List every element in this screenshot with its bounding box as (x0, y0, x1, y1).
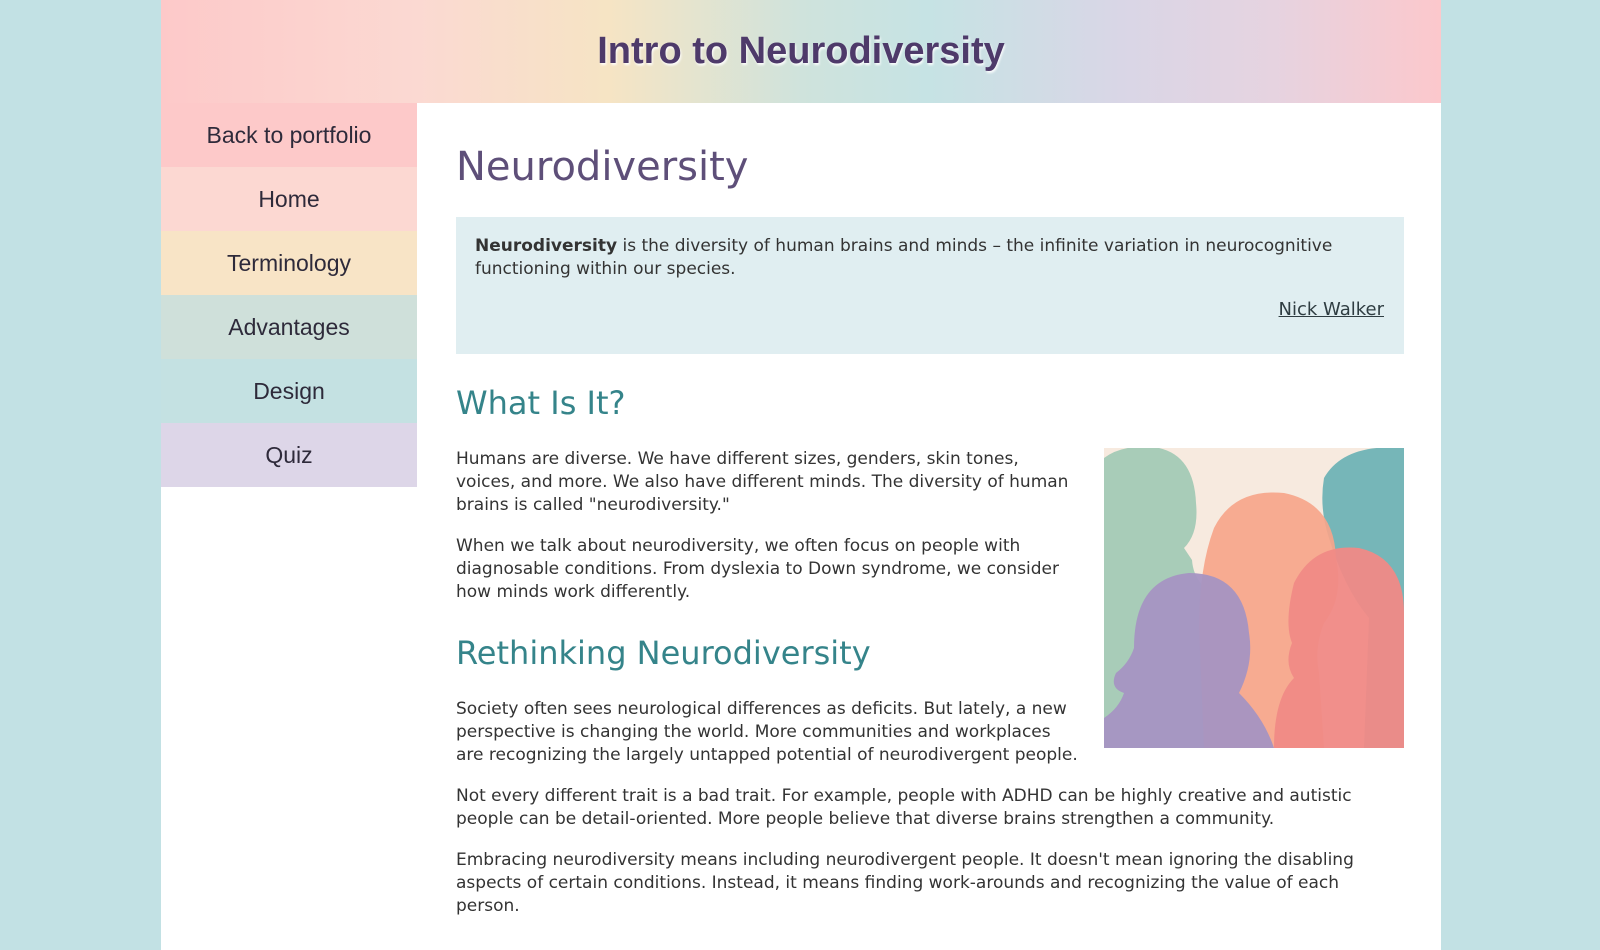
main-content: Neurodiversity Neurodiversity is the div… (456, 103, 1404, 936)
nav-item-advantages[interactable]: Advantages (161, 295, 417, 359)
quote-text: Neurodiversity is the diversity of human… (475, 235, 1384, 281)
silhouettes-image (1104, 448, 1404, 748)
site-title: Intro to Neurodiversity (597, 30, 1005, 72)
nav-item-home[interactable]: Home (161, 167, 417, 231)
quote-author-link[interactable]: Nick Walker (1279, 299, 1384, 320)
nav-item-design[interactable]: Design (161, 359, 417, 423)
page-container: Intro to Neurodiversity Back to portfoli… (161, 0, 1441, 950)
paragraph: Not every different trait is a bad trait… (456, 786, 1352, 829)
diverse-people-illustration (1104, 448, 1404, 748)
paragraph: Embracing neurodiversity means including… (456, 850, 1354, 916)
nav-item-terminology[interactable]: Terminology (161, 231, 417, 295)
site-header: Intro to Neurodiversity (161, 0, 1441, 103)
nav-item-quiz[interactable]: Quiz (161, 423, 417, 487)
quote-term: Neurodiversity (475, 236, 618, 256)
definition-quote: Neurodiversity is the diversity of human… (456, 217, 1404, 354)
section-heading-what-is-it: What Is It? (456, 384, 626, 422)
nav-item-back-to-portfolio[interactable]: Back to portfolio (161, 103, 417, 167)
sidebar-nav: Back to portfolio Home Terminology Advan… (161, 103, 417, 487)
quote-attribution: Nick Walker (475, 299, 1384, 320)
page-title: Neurodiversity (456, 144, 749, 190)
